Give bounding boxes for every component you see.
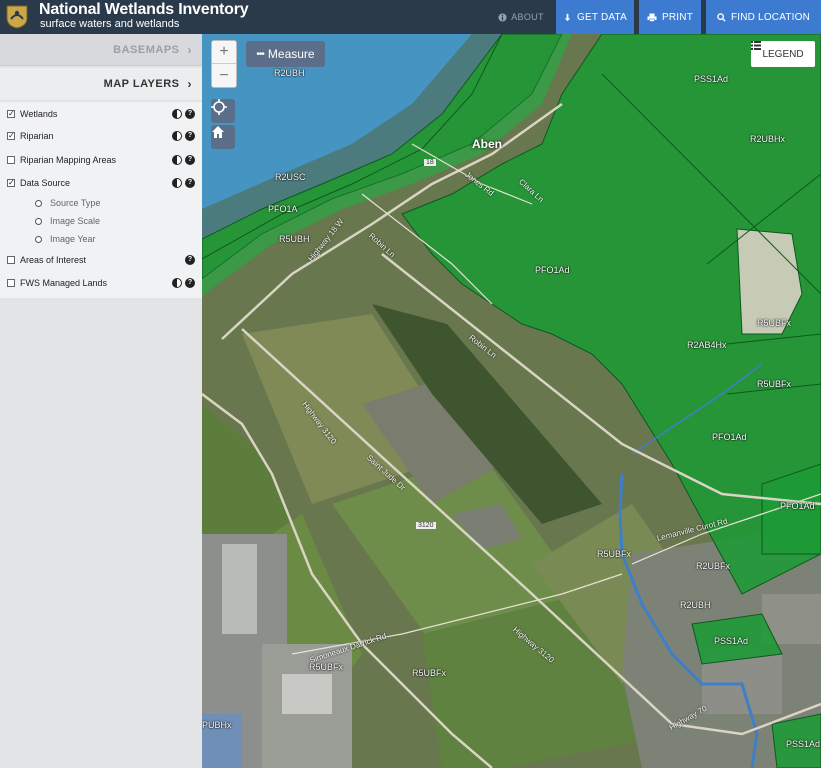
route-shield: 3120 [416, 522, 436, 529]
measure-button[interactable]: ••• Measure [246, 41, 325, 67]
wetland-label[interactable]: R5UBH [279, 234, 310, 244]
radio-source-type[interactable]: Source Type [0, 194, 202, 212]
wetland-label[interactable]: PSS1Ad [714, 636, 748, 646]
layer-row-riparian[interactable]: ✓ Riparian ? [0, 126, 202, 146]
layer-label: Riparian Mapping Areas [20, 155, 117, 165]
chevron-right-icon: › [187, 77, 192, 91]
layer-label: Data Source [20, 178, 71, 188]
layer-row-wetlands[interactable]: ✓ Wetlands ? [0, 104, 202, 124]
basemaps-toggle[interactable]: BASEMAPS › [0, 34, 202, 66]
wetland-label[interactable]: R2UBHx [750, 134, 785, 144]
print-label: PRINT [662, 11, 693, 23]
locate-button[interactable] [211, 99, 235, 123]
checkbox-data-source[interactable]: ✓ [7, 179, 15, 187]
home-button[interactable] [211, 125, 235, 149]
checkbox-areas-of-interest[interactable] [7, 256, 15, 264]
search-icon [717, 12, 726, 22]
map-imagery [202, 34, 821, 768]
wetland-label[interactable]: PFO1Ad [535, 265, 570, 275]
about-label: ABOUT [511, 12, 544, 22]
wetland-label[interactable]: PFO1A [268, 204, 298, 214]
opacity-icon[interactable] [172, 278, 182, 288]
help-icon[interactable]: ? [185, 109, 195, 119]
about-button[interactable]: ABOUT [492, 0, 550, 34]
wetland-label[interactable]: R5UBFx [757, 318, 791, 328]
ellipsis-icon: ••• [256, 48, 264, 60]
wetland-label[interactable]: R5UBFx [757, 379, 791, 389]
measure-label: Measure [267, 47, 315, 61]
checkbox-wetlands[interactable]: ✓ [7, 110, 15, 118]
layer-label: Riparian [20, 131, 54, 141]
zoom-out-button[interactable]: − [212, 65, 236, 88]
list-icon [751, 41, 761, 50]
home-icon [212, 126, 224, 138]
help-icon[interactable]: ? [185, 278, 195, 288]
opacity-icon[interactable] [172, 109, 182, 119]
printer-icon [647, 13, 657, 22]
route-shield: 18 [424, 159, 436, 166]
find-location-button[interactable]: FIND LOCATION [706, 0, 821, 34]
layer-label: Areas of Interest [20, 255, 87, 265]
get-data-button[interactable]: GET DATA [556, 0, 634, 34]
opacity-icon[interactable] [172, 178, 182, 188]
app-title: National Wetlands Inventory [39, 1, 249, 18]
get-data-label: GET DATA [577, 11, 627, 23]
radio-label: Source Type [50, 198, 101, 208]
zoom-control: + − [211, 40, 237, 88]
download-icon [564, 13, 571, 21]
layer-label: Wetlands [20, 109, 58, 119]
layer-row-data-source[interactable]: ✓ Data Source ? [0, 173, 202, 193]
chevron-right-icon: › [187, 42, 192, 57]
wetland-label[interactable]: R2USC [275, 172, 306, 182]
map-layers-toggle[interactable]: MAP LAYERS › [0, 68, 202, 100]
layer-panel: ✓ Wetlands ? ✓ Riparian ? Riparian Mappi… [0, 102, 202, 298]
wetland-label[interactable]: R2UBFx [696, 561, 730, 571]
radio-button[interactable] [35, 217, 42, 225]
radio-image-scale[interactable]: Image Scale [0, 212, 202, 230]
legend-label: LEGEND [762, 48, 804, 60]
checkbox-fws-managed-lands[interactable] [7, 279, 15, 287]
wetland-label[interactable]: R2AB4Hx [687, 340, 727, 350]
sidebar: BASEMAPS › MAP LAYERS › ✓ Wetlands ? ✓ R… [0, 34, 202, 768]
radio-image-year[interactable]: Image Year [0, 230, 202, 248]
opacity-icon[interactable] [172, 131, 182, 141]
wetland-label[interactable]: R2UBH [680, 600, 711, 610]
radio-label: Image Year [50, 234, 96, 244]
help-icon[interactable]: ? [185, 178, 195, 188]
wetland-label[interactable]: R2UBH [274, 68, 305, 78]
checkbox-riparian[interactable]: ✓ [7, 132, 15, 140]
wetland-label[interactable]: PUBHx [202, 720, 232, 730]
layer-row-fws-managed-lands[interactable]: FWS Managed Lands ? [0, 273, 202, 293]
legend-button[interactable]: LEGEND [751, 41, 815, 67]
map-canvas[interactable]: Aben R2UBH PSS1Ad R2UBHx R2USC PFO1A R5U… [202, 34, 821, 768]
wetland-label[interactable]: R5UBFx [597, 549, 631, 559]
map-layers-label: MAP LAYERS [103, 78, 180, 90]
layer-row-riparian-mapping-areas[interactable]: Riparian Mapping Areas ? [0, 150, 202, 170]
zoom-in-button[interactable]: + [212, 41, 236, 64]
radio-button[interactable] [35, 235, 42, 243]
place-label: Aben [472, 137, 502, 151]
checkbox-riparian-mapping-areas[interactable] [7, 156, 15, 164]
radio-label: Image Scale [50, 216, 101, 226]
find-location-label: FIND LOCATION [730, 11, 811, 23]
help-icon[interactable]: ? [185, 255, 195, 265]
radio-button[interactable] [35, 199, 42, 207]
wetland-label[interactable]: PFO1Ad [712, 432, 747, 442]
crosshair-icon [211, 99, 227, 115]
layer-label: FWS Managed Lands [20, 278, 108, 288]
wetland-label[interactable]: PFO1Ad [780, 501, 815, 511]
wetland-label[interactable]: R5UBFx [412, 668, 446, 678]
help-icon[interactable]: ? [185, 131, 195, 141]
info-icon [498, 12, 507, 22]
basemaps-label: BASEMAPS [113, 43, 180, 56]
print-button[interactable]: PRINT [639, 0, 701, 34]
layer-row-areas-of-interest[interactable]: Areas of Interest ? [0, 250, 202, 270]
wetland-label[interactable]: PSS1Ad [786, 739, 820, 749]
wetland-label[interactable]: PSS1Ad [694, 74, 728, 84]
help-icon[interactable]: ? [185, 155, 195, 165]
app-subtitle: surface waters and wetlands [40, 18, 180, 30]
app-header: National Wetlands Inventory surface wate… [0, 0, 821, 34]
fws-shield-icon[interactable] [6, 5, 28, 29]
opacity-icon[interactable] [172, 155, 182, 165]
